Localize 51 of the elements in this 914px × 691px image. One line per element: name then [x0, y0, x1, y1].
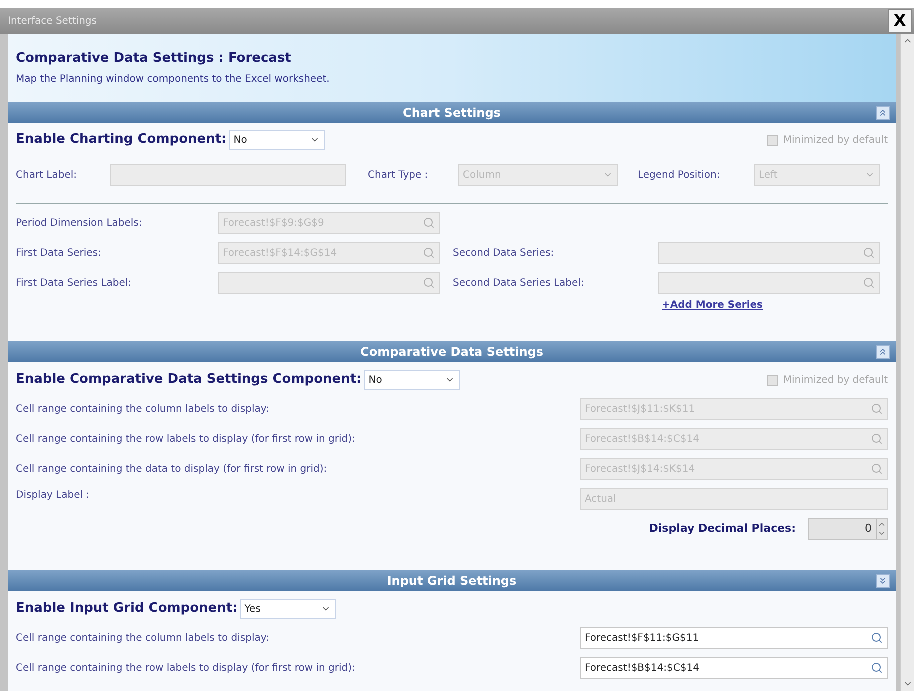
close-button[interactable]: X	[888, 9, 912, 33]
search-icon	[871, 632, 883, 644]
collapse-button[interactable]	[876, 574, 890, 588]
field-label: Period Dimension Labels:	[16, 216, 144, 230]
collapse-button[interactable]	[876, 106, 890, 120]
checkbox-label: Minimized by default	[783, 134, 888, 148]
search-icon	[863, 247, 875, 259]
dropdown[interactable]: No	[228, 130, 325, 150]
field-label: First Data Series:	[16, 246, 102, 260]
header-title: Comparative Data Settings : Forecast	[16, 50, 292, 68]
input-field[interactable]: Forecast!$B$14:$C$14	[580, 657, 888, 679]
section-title: Input Grid Settings	[386, 572, 518, 590]
window-title: Interface Settings	[7, 14, 98, 28]
field-label: Enable Comparative Data Settings Component:	[16, 371, 362, 390]
collapse-icon	[878, 346, 888, 356]
search-icon	[423, 277, 435, 289]
field-label: Display Label :	[16, 489, 90, 503]
field-label: First Data Series Label:	[16, 276, 133, 290]
section-title: Comparative Data Settings	[360, 344, 544, 360]
search-icon	[871, 662, 883, 674]
scrollbar[interactable]	[900, 34, 914, 691]
field-label: Display Decimal Places:	[649, 520, 796, 537]
header-subtitle: Map the Planning window components to the Excel worksheet.	[16, 73, 331, 88]
field-label: Enable Charting Component:	[16, 131, 227, 150]
search-icon	[423, 247, 435, 259]
collapse-icon	[878, 108, 888, 118]
search-icon	[871, 433, 883, 445]
search-icon	[871, 463, 883, 475]
field-label: Cell range containing the column labels to display:	[16, 632, 270, 646]
expand-icon	[878, 576, 888, 586]
field-label: Second Data Series Label:	[453, 276, 586, 290]
input-field[interactable]: Forecast!$F$11:$G$11	[580, 627, 888, 649]
field-label: Cell range containing the column labels to display:	[16, 402, 270, 416]
field-label: Cell range containing the data to display (for first row in grid):	[16, 462, 328, 476]
dropdown[interactable]: Yes	[240, 599, 336, 619]
search-icon	[863, 277, 875, 289]
field-label: Cell range containing the row labels to display (for first row in grid):	[16, 432, 356, 446]
field-label: Second Data Series:	[453, 246, 556, 260]
section-title: Chart Settings	[402, 104, 502, 122]
field-label: Cell range containing the row labels to display (for first row in grid):	[16, 662, 356, 676]
field-label: Chart Type :	[368, 168, 430, 182]
field-label: Chart Label:	[16, 168, 78, 182]
field-label: Enable Input Grid Component:	[16, 600, 238, 618]
collapse-button[interactable]	[876, 344, 890, 358]
checkbox-label: Minimized by default	[783, 374, 888, 388]
dropdown[interactable]: No	[364, 370, 460, 390]
field-label: Legend Position:	[638, 168, 722, 182]
add-series-link[interactable]: +Add More Series	[662, 298, 764, 313]
search-icon	[871, 403, 883, 415]
search-icon	[423, 217, 435, 229]
stepper-arrows-icon	[876, 519, 887, 539]
